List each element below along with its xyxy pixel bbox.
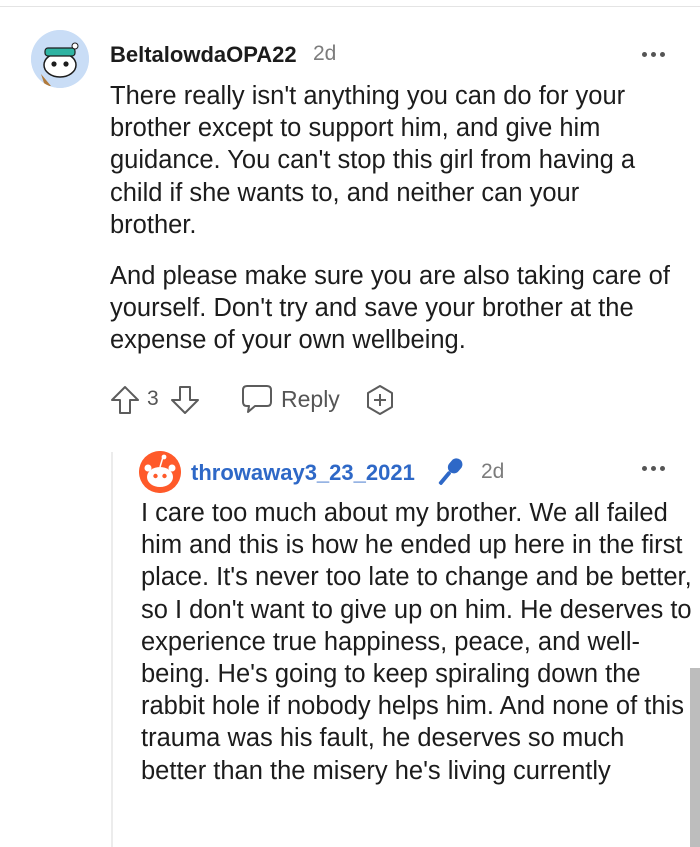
top-divider xyxy=(0,6,700,7)
reply-paragraph: I care too much about my brother. We all… xyxy=(141,499,692,785)
comment-paragraph: And please make sure you are also taking… xyxy=(110,262,670,355)
snoo-avatar-icon xyxy=(31,30,89,88)
reply-timestamp: 2d xyxy=(481,460,505,483)
reply-body: I care too much about my brother. We all… xyxy=(141,497,693,787)
comment-body: There really isn't anything you can do f… xyxy=(110,80,670,376)
snoo-avatar-icon xyxy=(139,451,181,493)
reply-avatar[interactable] xyxy=(139,451,181,493)
downvote-arrow-icon xyxy=(171,386,199,414)
vote-count: 3 xyxy=(147,387,159,410)
comment-timestamp: 2d xyxy=(313,42,337,65)
more-options-icon[interactable] xyxy=(641,458,667,478)
upvote-button[interactable] xyxy=(110,385,140,415)
upvote-arrow-icon xyxy=(111,386,139,414)
thread-line[interactable] xyxy=(111,452,113,847)
user-avatar[interactable] xyxy=(31,30,89,88)
award-plus-icon xyxy=(367,385,393,415)
comment-actions: 3 Reply xyxy=(110,380,410,420)
microphone-icon xyxy=(432,454,468,490)
downvote-button[interactable] xyxy=(170,385,200,415)
reply-button[interactable]: Reply xyxy=(241,382,340,416)
more-options-icon[interactable] xyxy=(641,44,667,64)
comment-paragraph: There really isn't anything you can do f… xyxy=(110,82,636,239)
award-button[interactable] xyxy=(364,384,396,416)
comment-author[interactable]: BeltalowdaOPA22 xyxy=(110,42,297,68)
reply-author[interactable]: throwaway3_23_2021 xyxy=(191,460,415,486)
scrollbar[interactable] xyxy=(690,668,700,847)
speech-bubble-icon xyxy=(242,385,272,413)
reply-label: Reply xyxy=(281,385,340,412)
